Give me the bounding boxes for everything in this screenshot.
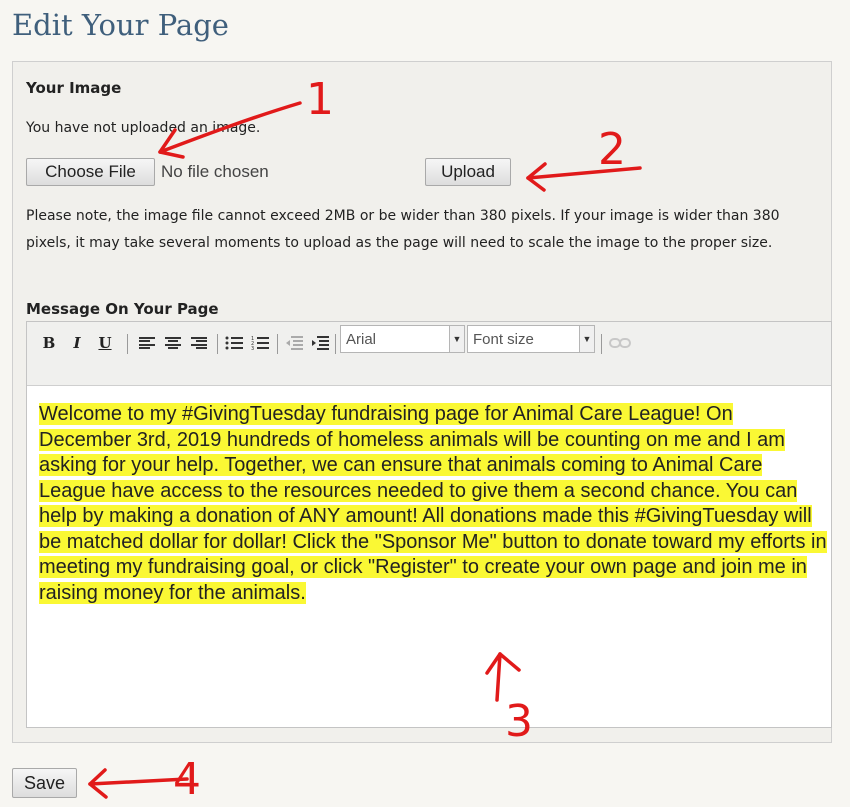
arrow-3 [495,652,502,702]
annotation-number-1: 1 [306,74,334,125]
annotation-number-4: 4 [173,754,201,805]
arrow-1 [158,101,302,154]
annotation-number-3: 3 [505,696,533,747]
annotation-number-2: 2 [598,124,626,175]
annotation-arrows [88,101,642,799]
